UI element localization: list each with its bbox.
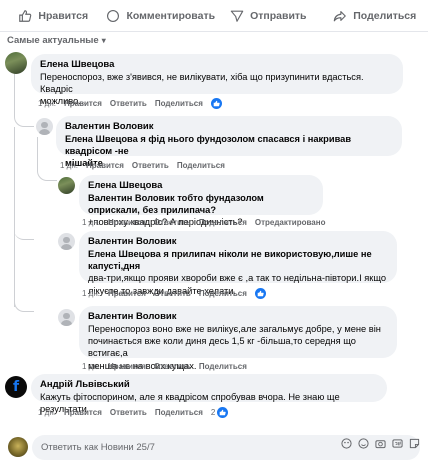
comment-author[interactable]: Елена Швецова: [40, 59, 394, 71]
comment-bubble: Валентин Воловик Елена Швецова я фід ньо…: [56, 116, 402, 168]
comment-action-button[interactable]: Комментировать: [106, 0, 215, 31]
comment-bubble: Елена Швецова Переноспороз, вже з'явився…: [31, 54, 403, 106]
camera-icon[interactable]: [375, 436, 386, 449]
comment-meta: 1 дн. Нравится Ответить Поделиться: [60, 161, 225, 170]
comment-meta: 1 дн. Нравится Ответить Поделиться: [38, 98, 222, 109]
share-icon: [333, 10, 347, 21]
like-reaction-icon[interactable]: [254, 288, 266, 299]
comment-action-label: Комментировать: [126, 9, 216, 22]
comment-input-placeholder: Ответить как Новини 25/7: [41, 442, 155, 453]
thread-line: [14, 280, 34, 312]
comment-time[interactable]: 1 дн.: [60, 161, 78, 170]
like-action-label: Нравится: [38, 9, 89, 22]
comment-time[interactable]: 1 дн.: [82, 289, 100, 298]
share-link[interactable]: Поделиться: [155, 408, 203, 417]
current-user-avatar[interactable]: [8, 437, 28, 457]
sticker-icon[interactable]: [409, 436, 420, 449]
reply-link[interactable]: Ответить: [132, 161, 169, 170]
comment-author[interactable]: Валентин Воловик: [65, 121, 393, 133]
comment-text-line: Переноспороз вонo вже не вилікує,але заг…: [88, 324, 381, 334]
comment-author[interactable]: Андрій Львівський: [40, 379, 378, 391]
comment-text-line: Елена Швецова я фід нього фундозолом спа…: [65, 134, 352, 157]
comment-time[interactable]: 1 дн.: [82, 218, 100, 227]
like-link[interactable]: Нравится: [86, 161, 124, 170]
like-link[interactable]: Нравится: [64, 408, 102, 417]
emoji-icon[interactable]: [358, 436, 369, 449]
share-action-button[interactable]: Поделиться: [322, 0, 428, 31]
like-link[interactable]: Нравится: [108, 362, 146, 371]
share-link[interactable]: Поделиться: [155, 99, 203, 108]
share-link[interactable]: Поделиться: [199, 362, 247, 371]
avatar[interactable]: [36, 118, 53, 135]
comment-text-line: Валентин Воловик тобто фундазолом оприск…: [88, 193, 264, 216]
comment-time[interactable]: 1 дн.: [38, 408, 56, 417]
avatar[interactable]: [58, 233, 75, 250]
chevron-down-icon: ▾: [101, 36, 106, 45]
facebook-logo-icon: f: [12, 379, 20, 395]
like-link[interactable]: Нравится: [108, 289, 146, 298]
comment-meta: 1 дн. Нравится Ответить Поделиться 2: [38, 407, 229, 418]
thumbs-up-icon: [19, 9, 32, 22]
share-link[interactable]: Поделиться: [199, 289, 247, 298]
like-reaction-icon: [217, 407, 229, 418]
avatar[interactable]: [58, 309, 75, 326]
comment-meta: 1 дн. Нравится Ответить Поделиться Отред…: [82, 218, 325, 227]
like-reaction-icon[interactable]: [210, 98, 222, 109]
reply-link[interactable]: Ответить: [154, 218, 191, 227]
share-link[interactable]: Поделиться: [199, 218, 247, 227]
comment-bubble: Андрій Львівський Кажуть фітоспорином, а…: [31, 374, 387, 414]
edited-label: Отредактировано: [254, 218, 326, 227]
comment-sort-dropdown[interactable]: Самые актуальные ▾: [7, 35, 106, 46]
comment-time[interactable]: 1 дн.: [38, 99, 56, 108]
avatar[interactable]: [5, 52, 27, 74]
comment-text-line: Переноспороз, вже з'явився, не вилікуват…: [40, 72, 364, 95]
share-action-label: Поделиться: [353, 9, 417, 22]
comment-text-line: два-три,якщо прояви хвороби вже є ,а так…: [88, 273, 387, 284]
comment-author[interactable]: Валентин Воловик: [88, 236, 388, 248]
comment-author[interactable]: Елена Швецова: [88, 180, 314, 192]
comment-icon: [107, 9, 120, 22]
send-action-label: Отправить: [250, 9, 307, 22]
share-link[interactable]: Поделиться: [177, 161, 225, 170]
thread-line: [37, 137, 57, 181]
avatar[interactable]: [58, 177, 75, 194]
gif-icon[interactable]: [392, 436, 403, 448]
send-icon: [230, 10, 244, 22]
post-action-bar: Нравится Комментировать Отправить Подели…: [0, 0, 428, 32]
like-action-button[interactable]: Нравится: [0, 0, 106, 31]
like-link[interactable]: Нравится: [64, 99, 102, 108]
composer-icons: [341, 436, 420, 449]
reply-link[interactable]: Ответить: [110, 99, 147, 108]
comment-text-line: починається вже коли диня десь 1,5 кг -б…: [88, 336, 356, 359]
send-action-button[interactable]: Отправить: [215, 0, 321, 31]
thread-line: [14, 220, 34, 240]
comment-meta: 1 дн. Нравится Ответить Поделиться: [82, 362, 247, 371]
comment-bubble: Валентин Воловик Елена Швецова я прилипа…: [79, 231, 397, 296]
comment-time[interactable]: 1 дн.: [82, 362, 100, 371]
sort-label: Самые актуальные: [7, 35, 99, 46]
like-link[interactable]: Нравится: [108, 218, 146, 227]
reaction-count[interactable]: 2: [210, 407, 229, 418]
avatar[interactable]: f: [5, 376, 27, 398]
reply-link[interactable]: Ответить: [110, 408, 147, 417]
comment-author[interactable]: Валентин Воловик: [88, 311, 388, 323]
reaction-count-value: 2: [210, 408, 216, 417]
avatar-sticker-icon[interactable]: [341, 436, 352, 449]
comment-bubble: Елена Швецова Валентин Воловик тобто фун…: [79, 175, 323, 227]
reply-composer: Ответить как Новини 25/7: [0, 430, 428, 465]
comment-text-line: Елена Швецова я прилипач ніколи не викор…: [88, 249, 372, 272]
reply-link[interactable]: Ответить: [154, 289, 191, 298]
comment-bubble: Валентин Воловик Переноспороз вонo вже н…: [79, 306, 397, 371]
comment-meta: 1 дн. Нравится Ответить Поделиться: [82, 288, 266, 299]
reply-link[interactable]: Ответить: [154, 362, 191, 371]
